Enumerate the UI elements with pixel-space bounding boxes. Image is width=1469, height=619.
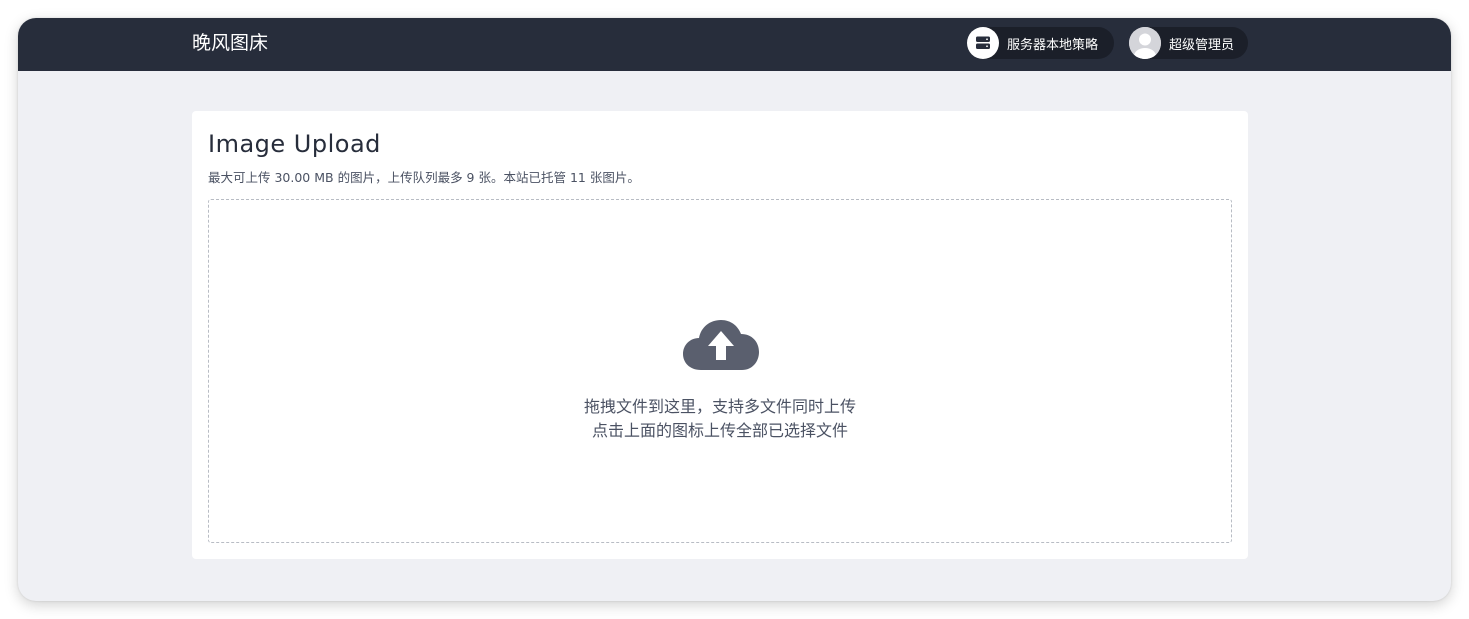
top-navbar: 晚风图床 服务器本地策略 超级管理员 <box>18 18 1451 71</box>
user-name-label: 超级管理员 <box>1169 37 1235 53</box>
upload-card: Image Upload 最大可上传 30.00 MB 的图片，上传队列最多 9… <box>192 111 1248 559</box>
storage-strategy-button[interactable]: 服务器本地策略 <box>967 27 1114 59</box>
storage-strategy-label: 服务器本地策略 <box>1007 37 1099 53</box>
avatar-icon <box>1129 27 1161 59</box>
user-menu-button[interactable]: 超级管理员 <box>1129 27 1248 59</box>
brand-title[interactable]: 晚风图床 <box>192 30 268 56</box>
dropzone-hint-drag: 拖拽文件到这里，支持多文件同时上传 <box>583 397 856 416</box>
cloud-upload-icon[interactable] <box>681 315 761 375</box>
server-icon <box>967 27 999 59</box>
app-window: 晚风图床 服务器本地策略 超级管理员 Image Upload 最大可上传 30… <box>18 18 1451 601</box>
upload-limits-text: 最大可上传 30.00 MB 的图片，上传队列最多 9 张。本站已托管 11 张… <box>208 170 640 185</box>
dropzone-hint-click: 点击上面的图标上传全部已选择文件 <box>591 421 848 440</box>
page-title: Image Upload <box>208 130 381 158</box>
upload-dropzone[interactable]: 拖拽文件到这里，支持多文件同时上传 点击上面的图标上传全部已选择文件 <box>208 199 1232 543</box>
